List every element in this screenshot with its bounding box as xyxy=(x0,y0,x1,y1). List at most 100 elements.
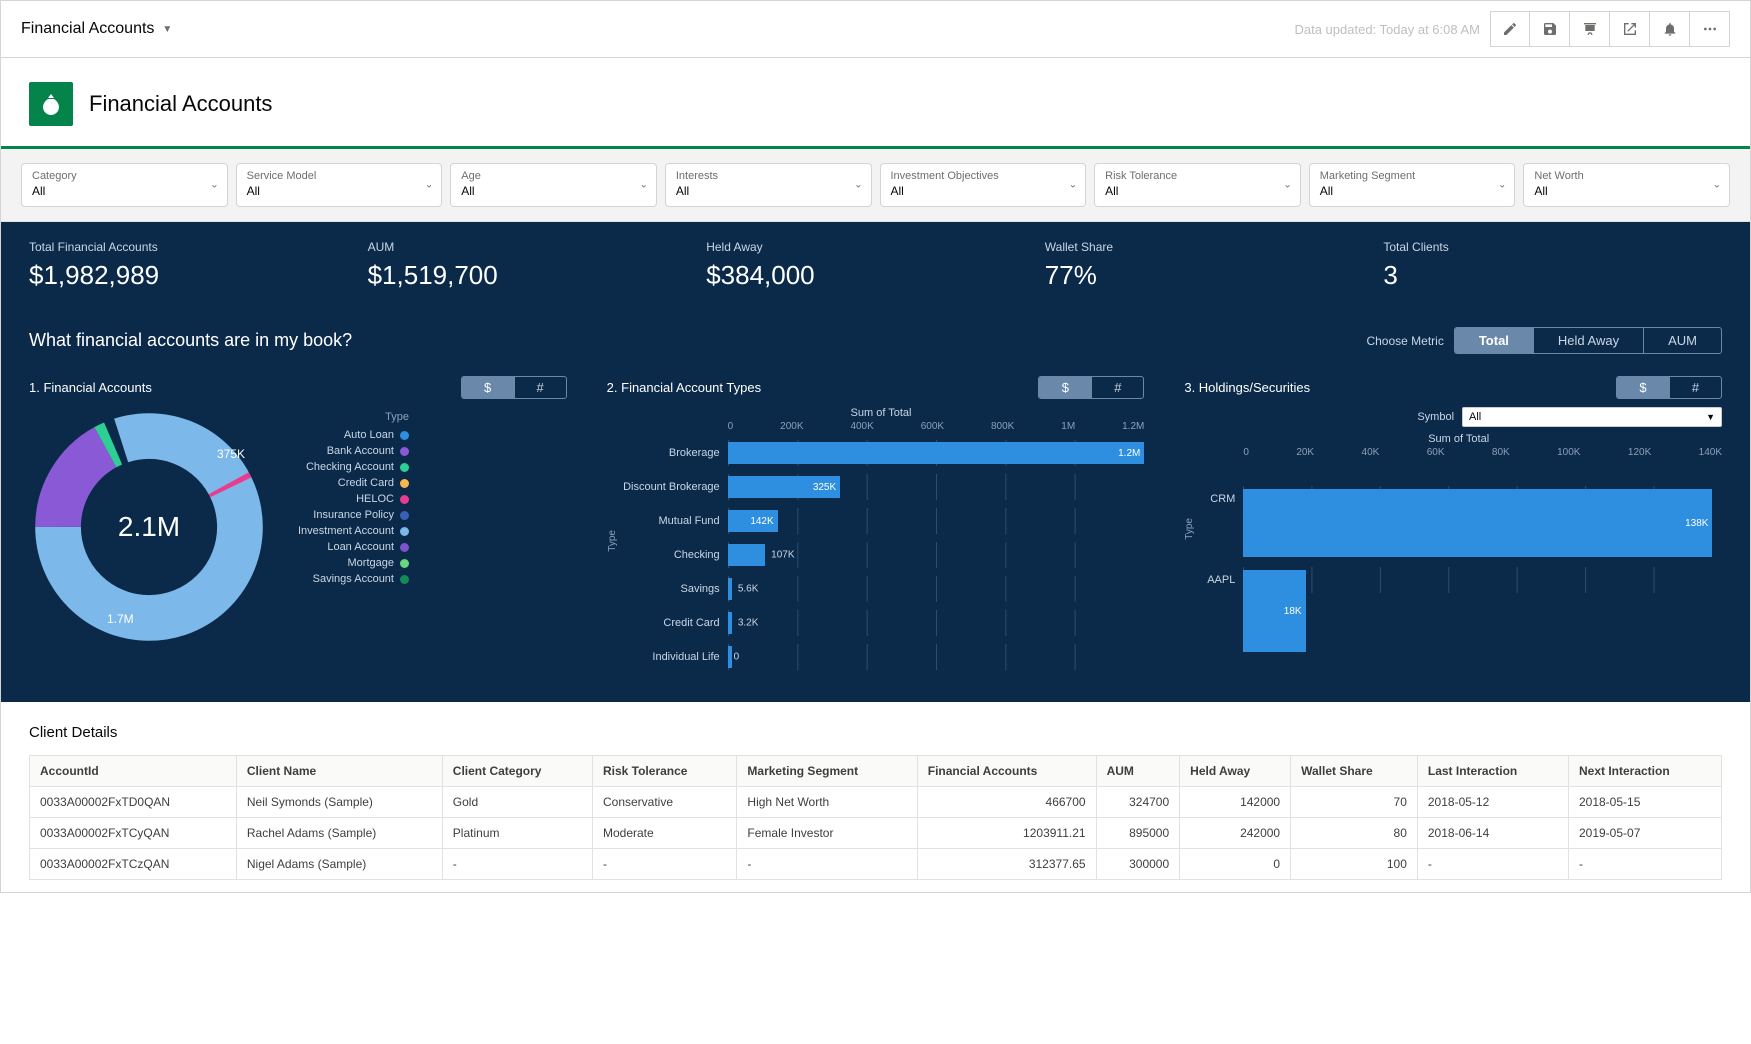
table-row[interactable]: 0033A00002FxTD0QANNeil Symonds (Sample)G… xyxy=(30,787,1722,818)
tick-label: 80K xyxy=(1492,447,1510,458)
chart3-title: 3. Holdings/Securities xyxy=(1184,380,1310,395)
notifications-button[interactable] xyxy=(1650,11,1690,47)
column-header[interactable]: Marketing Segment xyxy=(737,756,917,787)
bar-row[interactable]: Discount Brokerage325K xyxy=(618,470,1145,504)
tick-label: 1M xyxy=(1061,421,1075,432)
tick-label: 0 xyxy=(728,421,734,432)
chart2-axis-title: Sum of Total xyxy=(618,407,1145,419)
column-header[interactable]: Client Category xyxy=(442,756,592,787)
metric-option-aum[interactable]: AUM xyxy=(1643,328,1721,353)
bar-track: 18K xyxy=(1243,567,1722,593)
chart3-bars[interactable]: CRM138KAAPL18K xyxy=(1195,462,1722,624)
legend-item[interactable]: Checking Account xyxy=(279,461,409,473)
legend-label: Savings Account xyxy=(313,573,394,585)
filter-value: All xyxy=(1105,184,1118,198)
symbol-select[interactable]: All ▼ xyxy=(1462,407,1722,427)
chart2-count-toggle[interactable]: # xyxy=(1091,377,1143,398)
column-header[interactable]: Wallet Share xyxy=(1291,756,1418,787)
present-button[interactable] xyxy=(1570,11,1610,47)
legend-item[interactable]: HELOC xyxy=(279,493,409,505)
column-header[interactable]: AUM xyxy=(1096,756,1180,787)
column-header[interactable]: Next Interaction xyxy=(1568,756,1721,787)
share-button[interactable] xyxy=(1610,11,1650,47)
legend-item[interactable]: Auto Loan xyxy=(279,429,409,441)
filter-service-model[interactable]: Service ModelAll⌄ xyxy=(236,163,443,207)
filter-label: Investment Objectives xyxy=(891,170,999,182)
filter-value: All xyxy=(1320,184,1333,198)
chart3-count-toggle[interactable]: # xyxy=(1669,377,1721,398)
bell-icon xyxy=(1662,21,1678,37)
legend-item[interactable]: Mortgage xyxy=(279,557,409,569)
chevron-down-icon: ⌄ xyxy=(1283,180,1291,191)
metric-option-held-away[interactable]: Held Away xyxy=(1533,328,1643,353)
topbar-title-dropdown[interactable]: Financial Accounts ▼ xyxy=(21,20,172,38)
symbol-label: Symbol xyxy=(1417,411,1454,423)
column-header[interactable]: Held Away xyxy=(1180,756,1291,787)
filter-investment-objectives[interactable]: Investment ObjectivesAll⌄ xyxy=(880,163,1087,207)
chart1-count-toggle[interactable]: # xyxy=(514,377,566,398)
bar-row[interactable]: Savings5.6K xyxy=(618,572,1145,606)
bar-row[interactable]: Brokerage1.2M xyxy=(618,436,1145,470)
symbol-value: All xyxy=(1469,411,1481,423)
filter-age[interactable]: AgeAll⌄ xyxy=(450,163,657,207)
filter-interests[interactable]: InterestsAll⌄ xyxy=(665,163,872,207)
column-header[interactable]: Client Name xyxy=(236,756,442,787)
legend-item[interactable]: Bank Account xyxy=(279,445,409,457)
tick-label: 200K xyxy=(780,421,803,432)
tick-label: 400K xyxy=(850,421,873,432)
legend-item[interactable]: Investment Account xyxy=(279,525,409,537)
bar-row[interactable]: CRM138K xyxy=(1195,462,1722,536)
table-cell: 142000 xyxy=(1180,787,1291,818)
metric-option-total[interactable]: Total xyxy=(1455,328,1533,353)
donut-chart[interactable]: 2.1M 375K 1.7M xyxy=(29,407,269,647)
table-cell: 2018-05-15 xyxy=(1568,787,1721,818)
bar-row[interactable]: Mutual Fund142K xyxy=(618,504,1145,538)
table-cell: 70 xyxy=(1291,787,1418,818)
chart2-bars[interactable]: Brokerage1.2MDiscount Brokerage325KMutua… xyxy=(618,436,1145,674)
bar-row[interactable]: Individual Life0 xyxy=(618,640,1145,674)
bar-value: 18K xyxy=(1284,606,1302,617)
legend-swatch xyxy=(400,431,409,440)
table-cell: Platinum xyxy=(442,818,592,849)
legend-item[interactable]: Credit Card xyxy=(279,477,409,489)
legend-label: HELOC xyxy=(356,493,394,505)
kpi-total-clients: Total Clients3 xyxy=(1383,240,1722,291)
edit-button[interactable] xyxy=(1490,11,1530,47)
column-header[interactable]: Financial Accounts xyxy=(917,756,1096,787)
more-button[interactable] xyxy=(1690,11,1730,47)
filter-marketing-segment[interactable]: Marketing SegmentAll⌄ xyxy=(1309,163,1516,207)
chevron-down-icon: ⌄ xyxy=(639,180,647,191)
kpi-label: Wallet Share xyxy=(1045,240,1384,254)
legend-item[interactable]: Savings Account xyxy=(279,573,409,585)
column-header[interactable]: Risk Tolerance xyxy=(592,756,736,787)
legend-item[interactable]: Insurance Policy xyxy=(279,509,409,521)
filters-row: CategoryAll⌄Service ModelAll⌄AgeAll⌄Inte… xyxy=(1,149,1750,222)
legend-swatch xyxy=(400,447,409,456)
legend-item[interactable]: Loan Account xyxy=(279,541,409,553)
bar-row[interactable]: Credit Card3.2K xyxy=(618,606,1145,640)
chart3-dollar-toggle[interactable]: $ xyxy=(1617,377,1669,398)
table-row[interactable]: 0033A00002FxTCyQANRachel Adams (Sample)P… xyxy=(30,818,1722,849)
table-row[interactable]: 0033A00002FxTCzQANNigel Adams (Sample)--… xyxy=(30,849,1722,880)
chart1-dollar-toggle[interactable]: $ xyxy=(462,377,514,398)
column-header[interactable]: Last Interaction xyxy=(1417,756,1568,787)
filter-risk-tolerance[interactable]: Risk ToleranceAll⌄ xyxy=(1094,163,1301,207)
filter-label: Category xyxy=(32,170,77,182)
tick-label: 600K xyxy=(921,421,944,432)
bar-fill: 325K xyxy=(728,476,841,498)
donut-slice-label-a: 375K xyxy=(217,447,245,461)
table-cell: Moderate xyxy=(592,818,736,849)
client-table[interactable]: AccountIdClient NameClient CategoryRisk … xyxy=(29,755,1722,880)
bar-category: Checking xyxy=(618,549,728,561)
column-header[interactable]: AccountId xyxy=(30,756,237,787)
filter-net-worth[interactable]: Net WorthAll⌄ xyxy=(1523,163,1730,207)
chart2-dollar-toggle[interactable]: $ xyxy=(1039,377,1091,398)
table-cell: 324700 xyxy=(1096,787,1180,818)
tick-label: 120K xyxy=(1628,447,1651,458)
filter-category[interactable]: CategoryAll⌄ xyxy=(21,163,228,207)
save-button[interactable] xyxy=(1530,11,1570,47)
chevron-down-icon: ⌄ xyxy=(425,180,433,191)
bar-row[interactable]: Checking107K xyxy=(618,538,1145,572)
topbar-title-text: Financial Accounts xyxy=(21,20,154,38)
filter-label: Interests xyxy=(676,170,718,182)
